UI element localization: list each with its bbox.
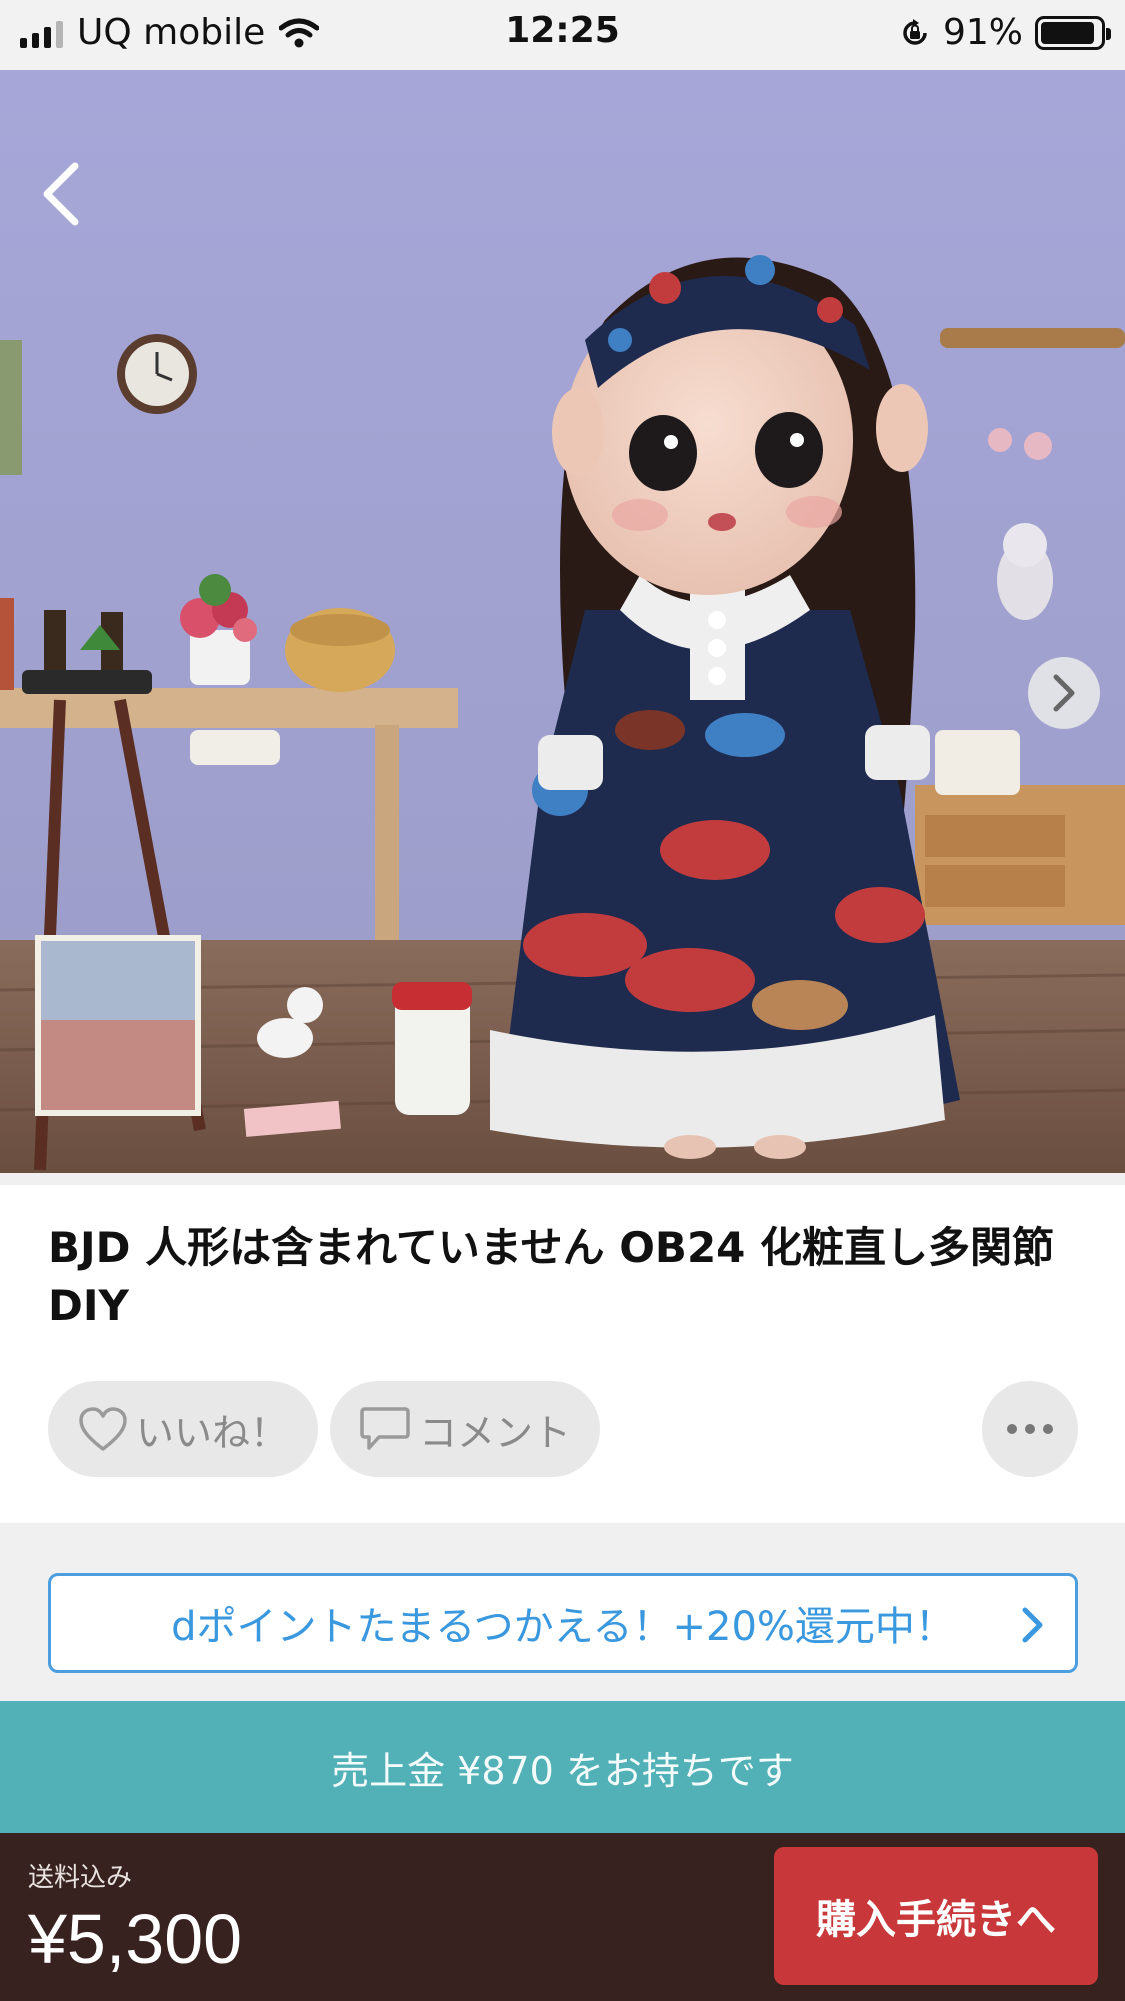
- comment-label: コメント: [418, 1410, 571, 1455]
- orientation-lock-icon: [903, 18, 927, 45]
- more-icon: [1007, 1424, 1017, 1434]
- shipping-included-label: 送料込み: [28, 1863, 133, 1893]
- battery-icon: [1035, 15, 1111, 50]
- dpoint-banner-area: dポイントたまるつかえる！+20%還元中！: [0, 1523, 1125, 1701]
- sales-balance-text: 売上金 ¥870 をお持ちです: [331, 1748, 794, 1793]
- status-bar-right: 91%: [899, 12, 1111, 53]
- battery-fill: [1041, 21, 1094, 44]
- dpoint-banner[interactable]: dポイントたまるつかえる！+20%還元中！: [48, 1573, 1078, 1673]
- next-photo-button[interactable]: [1028, 657, 1100, 729]
- item-actions: いいね！ コメント: [48, 1381, 1078, 1477]
- product-photo: [0, 70, 1125, 1173]
- back-button[interactable]: [28, 158, 94, 230]
- comment-button[interactable]: コメント: [330, 1381, 600, 1477]
- purchase-button[interactable]: 購入手続きへ: [774, 1847, 1098, 1985]
- chevron-right-icon: [1022, 1607, 1043, 1643]
- dpoint-banner-text: dポイントたまるつかえる！+20%還元中！: [171, 1604, 955, 1650]
- like-button[interactable]: いいね！: [48, 1381, 318, 1477]
- product-photo-carousel[interactable]: [0, 70, 1125, 1173]
- sales-balance-banner[interactable]: 売上金 ¥870 をお持ちです: [0, 1701, 1125, 1833]
- status-bar: UQ mobile 12:25 91%: [0, 0, 1125, 70]
- like-label: いいね！: [135, 1410, 288, 1455]
- back-chevron-icon: [43, 162, 79, 226]
- battery-percent: 91%: [942, 12, 1023, 53]
- item-info-section: BJD 人形は含まれていません OB24 化粧直し多関節 DIY いいね！ コメ…: [0, 1185, 1125, 1523]
- item-title: BJD 人形は含まれていません OB24 化粧直し多関節 DIY: [48, 1223, 1055, 1330]
- next-chevron-icon: [1053, 674, 1075, 712]
- heart-icon: [79, 1407, 127, 1451]
- item-price: ¥5,300: [28, 1900, 243, 1978]
- purchase-bar: 送料込み ¥5,300 購入手続きへ: [0, 1833, 1125, 2001]
- more-button[interactable]: [982, 1381, 1078, 1477]
- speech-bubble-icon: [360, 1407, 410, 1450]
